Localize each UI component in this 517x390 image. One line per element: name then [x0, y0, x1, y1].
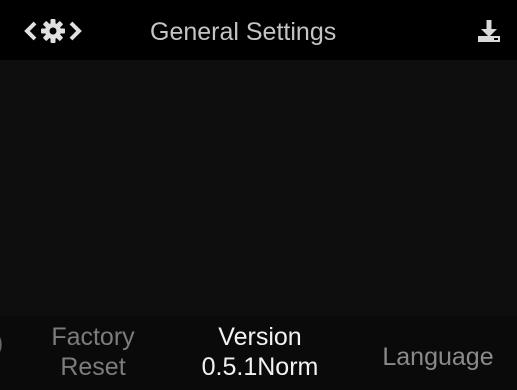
- version-value: 0.5.1Norm: [201, 353, 319, 381]
- menu-item-label: Version: [218, 323, 302, 351]
- menu-item-factory-reset[interactable]: Factory Reset: [36, 322, 150, 382]
- settings-content-area: [0, 60, 517, 316]
- menu-item-label: Factory: [51, 323, 135, 351]
- menu-item-version[interactable]: Version 0.5.1Norm: [180, 322, 340, 382]
- menu-item-label: Language: [382, 343, 494, 371]
- menu-item-label: Reset: [60, 353, 126, 381]
- header-bar: General Settings: [0, 0, 517, 60]
- chevron-right-icon[interactable]: [68, 20, 82, 42]
- menu-item-previous-partial[interactable]: ): [0, 328, 4, 358]
- chevron-left-icon[interactable]: [24, 20, 38, 42]
- category-switcher[interactable]: [24, 16, 82, 46]
- gear-icon: [40, 18, 66, 44]
- menu-item-language[interactable]: Language: [370, 342, 506, 372]
- settings-screen: General Settings ) Factory Reset Version…: [0, 0, 517, 390]
- page-title: General Settings: [150, 18, 337, 46]
- download-icon[interactable]: [476, 18, 502, 44]
